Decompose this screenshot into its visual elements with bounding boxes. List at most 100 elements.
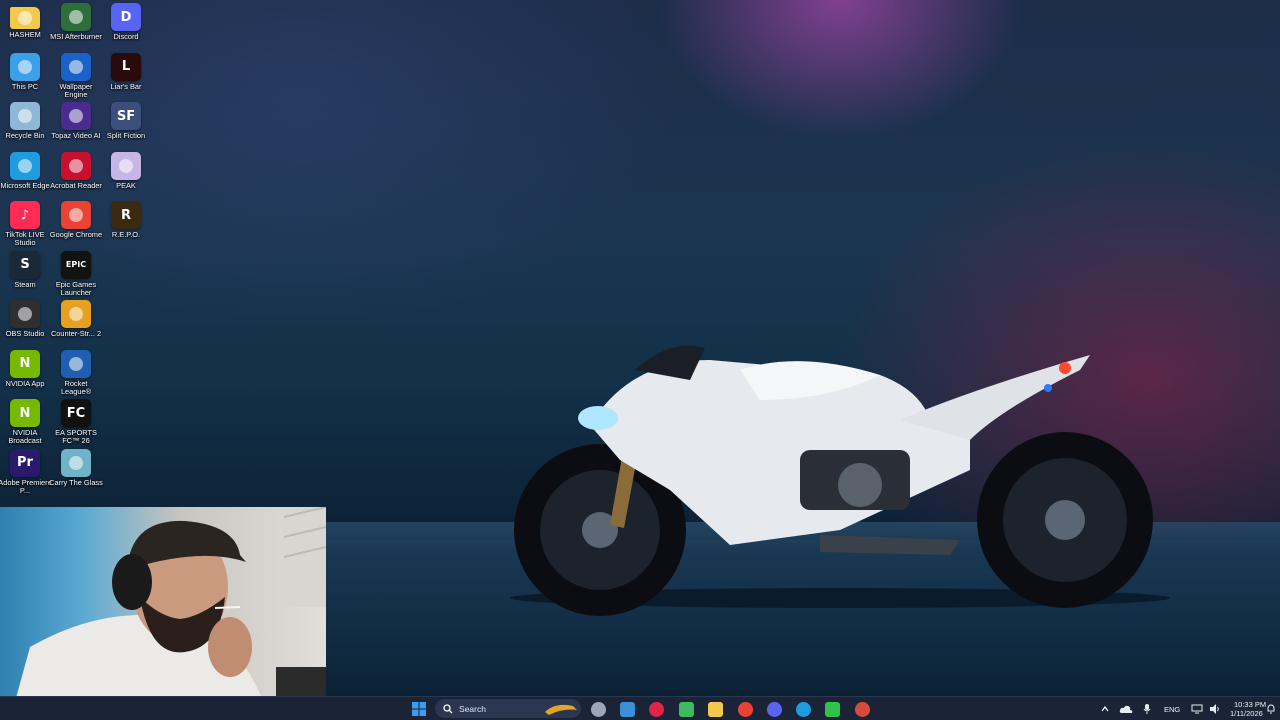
onedrive-cloud-icon[interactable]: [1117, 700, 1135, 718]
desktop-icon-this-pc[interactable]: This PC: [0, 52, 50, 101]
taskbar-app-edge[interactable]: [794, 700, 812, 718]
settings-gear-icon: [590, 701, 606, 717]
desktop-icon-ea-fc-26[interactable]: FC EA SPORTS FC™ 26: [51, 399, 101, 447]
desktop-icon-label: Microsoft Edge: [0, 180, 50, 190]
notification-bell-icon[interactable]: [1265, 700, 1277, 718]
cs2-icon: [61, 300, 91, 328]
show-hidden-icons-chevron-icon[interactable]: [1096, 700, 1114, 718]
desktop-icon-epic-games[interactable]: EPIC Epic Games Launcher: [51, 250, 101, 299]
obs-icon: [10, 300, 40, 328]
green-arrow-icon: [824, 701, 840, 717]
desktop-icon-label: Carry The Glass: [49, 477, 103, 487]
microphone-icon[interactable]: [1138, 700, 1156, 718]
acrobat-icon: [61, 151, 91, 180]
desktop-icon-msi-afterburner[interactable]: MSI Afterburner: [50, 3, 102, 51]
obs-icon: [854, 701, 870, 717]
desktop-icon-label: OBS Studio: [5, 329, 45, 338]
opera-gx-icon: [648, 701, 664, 717]
desktop-icon-label: Discord: [113, 32, 139, 41]
desktop-icon-rocket-league[interactable]: Rocket League®: [51, 349, 101, 398]
clock-date[interactable]: 1/11/2026: [1230, 709, 1263, 718]
desktop-icon-label: Rocket League®: [60, 378, 92, 396]
search-icon: [443, 703, 453, 713]
edge-icon: [10, 151, 40, 180]
desktop-icon-label: Epic Games Launcher: [55, 279, 97, 297]
language-indicator[interactable]: ENG: [1164, 705, 1180, 714]
desktop-icon-peak[interactable]: PEAK: [101, 151, 151, 200]
desktop-icon-obs-studio[interactable]: OBS Studio: [0, 300, 50, 348]
desktop-icon-label: HASHEM: [9, 30, 41, 39]
desktop-icon-nvidia-app[interactable]: N NVIDIA App: [0, 349, 50, 398]
taskbar-app-excel-like[interactable]: [677, 700, 695, 718]
desktop-icon-wallpaper-engine[interactable]: Wallpaper Engine: [51, 52, 101, 101]
webcam-person-image: [10, 507, 326, 720]
desktop-icon-label: Acrobat Reader: [50, 180, 102, 190]
desktop-icon-microsoft-edge[interactable]: Microsoft Edge: [0, 151, 50, 200]
premiere-icon: Pr: [10, 448, 40, 477]
discord-icon: D: [111, 3, 141, 31]
nvidia-broadcast-icon: N: [10, 399, 40, 427]
volume-icon[interactable]: [1206, 700, 1224, 718]
nvidia-icon: N: [10, 349, 40, 378]
desktop-icon-google-chrome[interactable]: Google Chrome: [49, 201, 103, 249]
taskbar-app-discord[interactable]: [765, 700, 783, 718]
edge-icon: [795, 701, 811, 717]
desktop-icon-label: Adobe Premiere P...: [0, 477, 52, 495]
carry-glass-icon: [61, 448, 91, 477]
epic-icon: EPIC: [61, 250, 91, 279]
taskbar-app-opera[interactable]: [647, 700, 665, 718]
taskbar-app-chrome[interactable]: [736, 700, 754, 718]
taskbar-app-photos[interactable]: [618, 700, 636, 718]
taskbar-search[interactable]: Search: [435, 699, 581, 718]
taskbar-app-explorer[interactable]: [706, 700, 724, 718]
taskbar-app-obs[interactable]: [853, 700, 871, 718]
desktop-icon-label: Counter-Str... 2: [50, 329, 102, 338]
desktop-icon-liars-bar[interactable]: L Liar's Bar: [101, 52, 151, 101]
desktop-icon-label: R.E.P.O.: [111, 230, 141, 239]
chrome-icon: [61, 201, 91, 229]
motorcycle-wallpaper-image: [510, 345, 1170, 616]
desktop-icon-label: EA SPORTS FC™ 26: [55, 428, 97, 445]
desktop-icon-counter-strike-2[interactable]: Counter-Str... 2: [51, 300, 101, 348]
webcam-overlay: [0, 507, 326, 720]
desktop-icon-repo[interactable]: R R.E.P.O.: [101, 201, 151, 249]
desktop-icon-label: This PC: [11, 81, 39, 91]
windows-start-icon[interactable]: [410, 700, 428, 718]
recycle-bin-icon: [10, 102, 40, 130]
steam-icon: S: [10, 250, 40, 279]
clock-time[interactable]: 10:33 PM: [1234, 700, 1266, 709]
desktop-icon-recycle-bin[interactable]: Recycle Bin: [0, 102, 50, 150]
desktop-icon-label: Recycle Bin: [5, 131, 45, 140]
folder-icon: [10, 7, 40, 29]
desktop-icon-nvidia-broadcast[interactable]: N NVIDIA Broadcast: [0, 399, 50, 447]
desktop-icon-label: NVIDIA Broadcast: [8, 428, 42, 445]
desktop-icon-label: Steam: [14, 279, 36, 289]
desktop-icon-adobe-premiere[interactable]: Pr Adobe Premiere P...: [0, 448, 52, 497]
afterburner-icon: [61, 3, 91, 31]
repo-icon: R: [111, 201, 141, 229]
ea-fc-icon: FC: [61, 399, 91, 427]
desktop-icon-hashem[interactable]: HASHEM: [0, 3, 50, 51]
desktop-icon-steam[interactable]: S Steam: [0, 250, 50, 299]
taskbar-app-settings[interactable]: [589, 700, 607, 718]
topaz-icon: [61, 102, 91, 130]
split-fiction-icon: SF: [111, 102, 141, 130]
chrome-icon: [737, 701, 753, 717]
desktop-icon-carry-the-glass[interactable]: Carry The Glass: [49, 448, 103, 497]
desktop-icon-label: MSI Afterburner: [50, 32, 102, 41]
desktop-icon-label: Google Chrome: [49, 230, 103, 239]
desktop-icon-acrobat-reader[interactable]: Acrobat Reader: [50, 151, 102, 200]
search-placeholder: Search: [459, 703, 486, 714]
network-monitor-icon[interactable]: [1188, 700, 1206, 718]
taskbar-app-arrow-app[interactable]: [823, 700, 841, 718]
desktop-icon-topaz-video-ai[interactable]: Topaz Video AI: [51, 102, 101, 150]
desktop-icon-split-fiction[interactable]: SF Split Fiction: [101, 102, 151, 150]
mixed-grid-icon: [678, 701, 694, 717]
desktop-icon-discord[interactable]: D Discord: [101, 3, 151, 51]
desktop-icon-label: PEAK: [116, 180, 136, 190]
desktop-icon-tiktok-live-studio[interactable]: ♪ TikTok LIVE Studio: [0, 201, 50, 249]
tiktok-icon: ♪: [10, 201, 40, 229]
wallpaper-engine-icon: [61, 52, 91, 81]
peak-icon: [111, 151, 141, 180]
desktop-icon-label: Wallpaper Engine: [59, 81, 93, 99]
